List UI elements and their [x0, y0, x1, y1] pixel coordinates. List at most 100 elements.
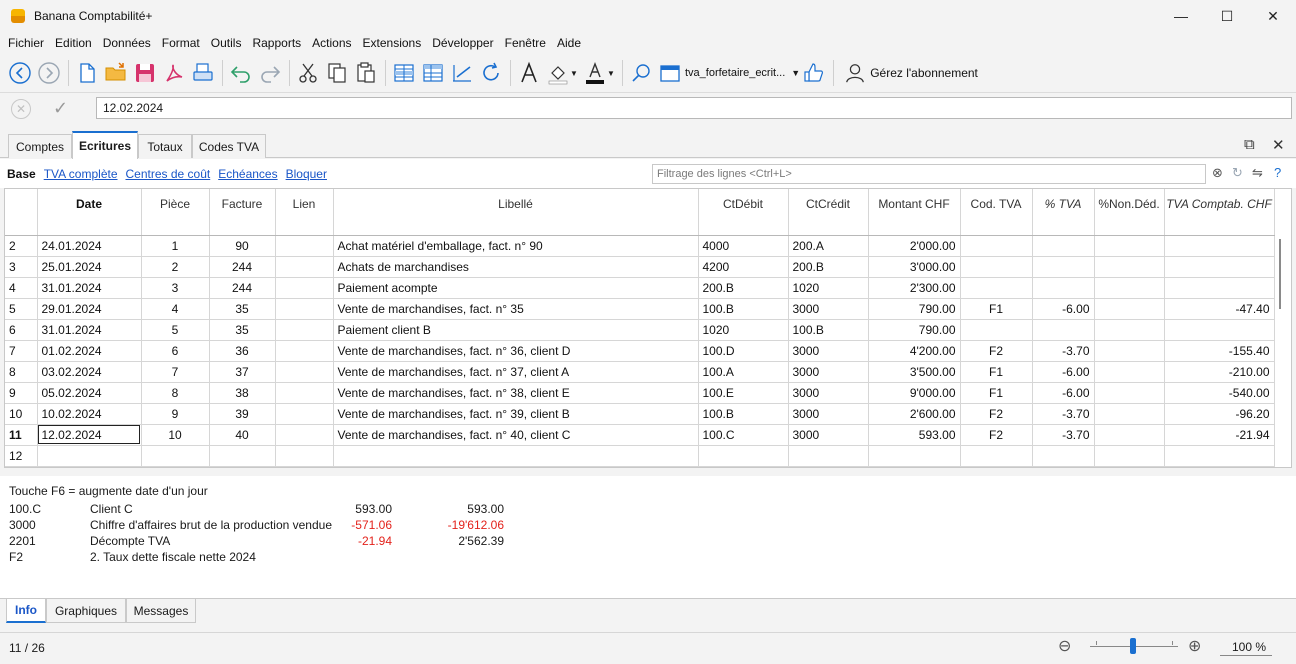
facture-cell[interactable]: 40	[209, 424, 276, 446]
column-header-piece[interactable]: Pièce	[141, 189, 210, 236]
vat-code-cell[interactable]	[960, 445, 1033, 467]
vertical-scrollbar[interactable]	[1279, 239, 1281, 309]
column-header-facture[interactable]: Facture	[209, 189, 276, 236]
amount-cell[interactable]: 4'200.00	[868, 340, 961, 362]
debit-account-cell[interactable]: 4000	[698, 235, 789, 257]
menu-rapports[interactable]: Rapports	[248, 36, 305, 50]
vat-amount-cell[interactable]: -210.00	[1164, 361, 1275, 383]
font-icon[interactable]	[515, 59, 543, 87]
forward-icon[interactable]	[35, 59, 63, 87]
date-cell[interactable]: 24.01.2024	[37, 235, 142, 257]
debit-account-cell[interactable]: 100.B	[698, 298, 789, 320]
piece-cell[interactable]: 1	[141, 235, 210, 257]
date-cell[interactable]: 12.02.2024	[37, 424, 142, 446]
maximize-button[interactable]: ☐	[1204, 0, 1250, 32]
facture-cell[interactable]: 244	[209, 277, 276, 299]
zoom-in-icon[interactable]: ⊕	[1188, 636, 1201, 656]
vat-percent-cell[interactable]: -6.00	[1032, 298, 1095, 320]
debit-account-cell[interactable]: 4200	[698, 256, 789, 278]
fill-color-icon[interactable]: ▼	[544, 59, 580, 87]
non-deductible-cell[interactable]	[1094, 277, 1165, 299]
vat-amount-cell[interactable]: -21.94	[1164, 424, 1275, 446]
chart-edit-icon[interactable]	[448, 59, 476, 87]
non-deductible-cell[interactable]	[1094, 340, 1165, 362]
lien-cell[interactable]	[275, 319, 334, 341]
print-preview-icon[interactable]	[189, 59, 217, 87]
debit-account-cell[interactable]: 100.A	[698, 361, 789, 383]
redo-icon[interactable]	[256, 59, 284, 87]
table-row[interactable]: 12	[5, 445, 1275, 467]
clear-filter-icon[interactable]: ⊗	[1212, 165, 1223, 181]
credit-account-cell[interactable]: 3000	[788, 403, 869, 425]
menu-fichier[interactable]: Fichier	[4, 36, 48, 50]
credit-account-cell[interactable]: 3000	[788, 424, 869, 446]
confirm-edit-icon[interactable]: ✓	[53, 98, 73, 119]
credit-account-cell[interactable]: 200.B	[788, 256, 869, 278]
libelle-cell[interactable]: Achats de marchandises	[333, 256, 699, 278]
paste-icon[interactable]	[352, 59, 380, 87]
debit-account-cell[interactable]: 100.E	[698, 382, 789, 404]
facture-cell[interactable]: 244	[209, 256, 276, 278]
piece-cell[interactable]: 3	[141, 277, 210, 299]
open-file-dropdown[interactable]: tva_forfetaire_ecrit... ▼	[658, 59, 800, 87]
view-bloquer[interactable]: Bloquer	[286, 167, 327, 181]
menu-donnees[interactable]: Données	[99, 36, 155, 50]
libelle-cell[interactable]: Paiement acompte	[333, 277, 699, 299]
amount-cell[interactable]: 2'300.00	[868, 277, 961, 299]
vat-percent-cell[interactable]	[1032, 319, 1095, 341]
menu-aide[interactable]: Aide	[553, 36, 585, 50]
table-row[interactable]: 8 03.02.2024 7 37 Vente de marchandises, fac…	[5, 361, 1275, 383]
lien-cell[interactable]	[275, 298, 334, 320]
view-centres-de-cout[interactable]: Centres de coût	[126, 167, 211, 181]
vat-code-cell[interactable]: F1	[960, 382, 1033, 404]
facture-cell[interactable]: 37	[209, 361, 276, 383]
debit-account-cell[interactable]: 200.B	[698, 277, 789, 299]
facture-cell[interactable]: 36	[209, 340, 276, 362]
non-deductible-cell[interactable]	[1094, 235, 1165, 257]
piece-cell[interactable]: 7	[141, 361, 210, 383]
vat-percent-cell[interactable]	[1032, 445, 1095, 467]
pdf-icon[interactable]	[160, 59, 188, 87]
lien-cell[interactable]	[275, 277, 334, 299]
vat-percent-cell[interactable]: -6.00	[1032, 361, 1095, 383]
lien-cell[interactable]	[275, 403, 334, 425]
restore-icon[interactable]: ⧉	[1244, 136, 1255, 153]
tab-graphiques[interactable]: Graphiques	[46, 599, 126, 623]
table-format-icon[interactable]	[419, 59, 447, 87]
libelle-cell[interactable]: Paiement client B	[333, 319, 699, 341]
lien-cell[interactable]	[275, 445, 334, 467]
non-deductible-cell[interactable]	[1094, 445, 1165, 467]
vat-amount-cell[interactable]: -96.20	[1164, 403, 1275, 425]
piece-cell[interactable]	[141, 445, 210, 467]
table-row[interactable]: 4 31.01.2024 3 244 Paiement acompte 200.B 1020…	[5, 277, 1275, 299]
piece-cell[interactable]: 10	[141, 424, 210, 446]
view-tva-complete[interactable]: TVA complète	[44, 167, 118, 181]
vat-percent-cell[interactable]	[1032, 235, 1095, 257]
help-icon[interactable]: ?	[1274, 165, 1281, 180]
debit-account-cell[interactable]: 100.D	[698, 340, 789, 362]
credit-account-cell[interactable]: 3000	[788, 298, 869, 320]
column-header-montant[interactable]: Montant CHF	[868, 189, 961, 236]
vat-amount-cell[interactable]: -47.40	[1164, 298, 1275, 320]
vat-code-cell[interactable]: F2	[960, 424, 1033, 446]
column-header-non-ded[interactable]: %Non.Déd.	[1094, 189, 1165, 236]
non-deductible-cell[interactable]	[1094, 256, 1165, 278]
vat-percent-cell[interactable]	[1032, 277, 1095, 299]
table-row[interactable]: 7 01.02.2024 6 36 Vente de marchandises, fac…	[5, 340, 1275, 362]
column-header-pct-tva[interactable]: % TVA	[1032, 189, 1095, 236]
facture-cell[interactable]	[209, 445, 276, 467]
search-icon[interactable]	[627, 59, 655, 87]
table-row[interactable]: 9 05.02.2024 8 38 Vente de marchandises, fac…	[5, 382, 1275, 404]
vat-amount-cell[interactable]: -540.00	[1164, 382, 1275, 404]
piece-cell[interactable]: 4	[141, 298, 210, 320]
tab-messages[interactable]: Messages	[126, 599, 196, 623]
credit-account-cell[interactable]	[788, 445, 869, 467]
vat-amount-cell[interactable]	[1164, 277, 1275, 299]
debit-account-cell[interactable]: 1020	[698, 319, 789, 341]
new-file-icon[interactable]	[73, 59, 101, 87]
column-header-date[interactable]: Date	[37, 189, 142, 236]
date-cell[interactable]: 31.01.2024	[37, 277, 142, 299]
tab-codes-tva[interactable]: Codes TVA	[192, 134, 266, 158]
text-direction-icon[interactable]: ⇋	[1252, 165, 1263, 181]
amount-cell[interactable]: 790.00	[868, 319, 961, 341]
